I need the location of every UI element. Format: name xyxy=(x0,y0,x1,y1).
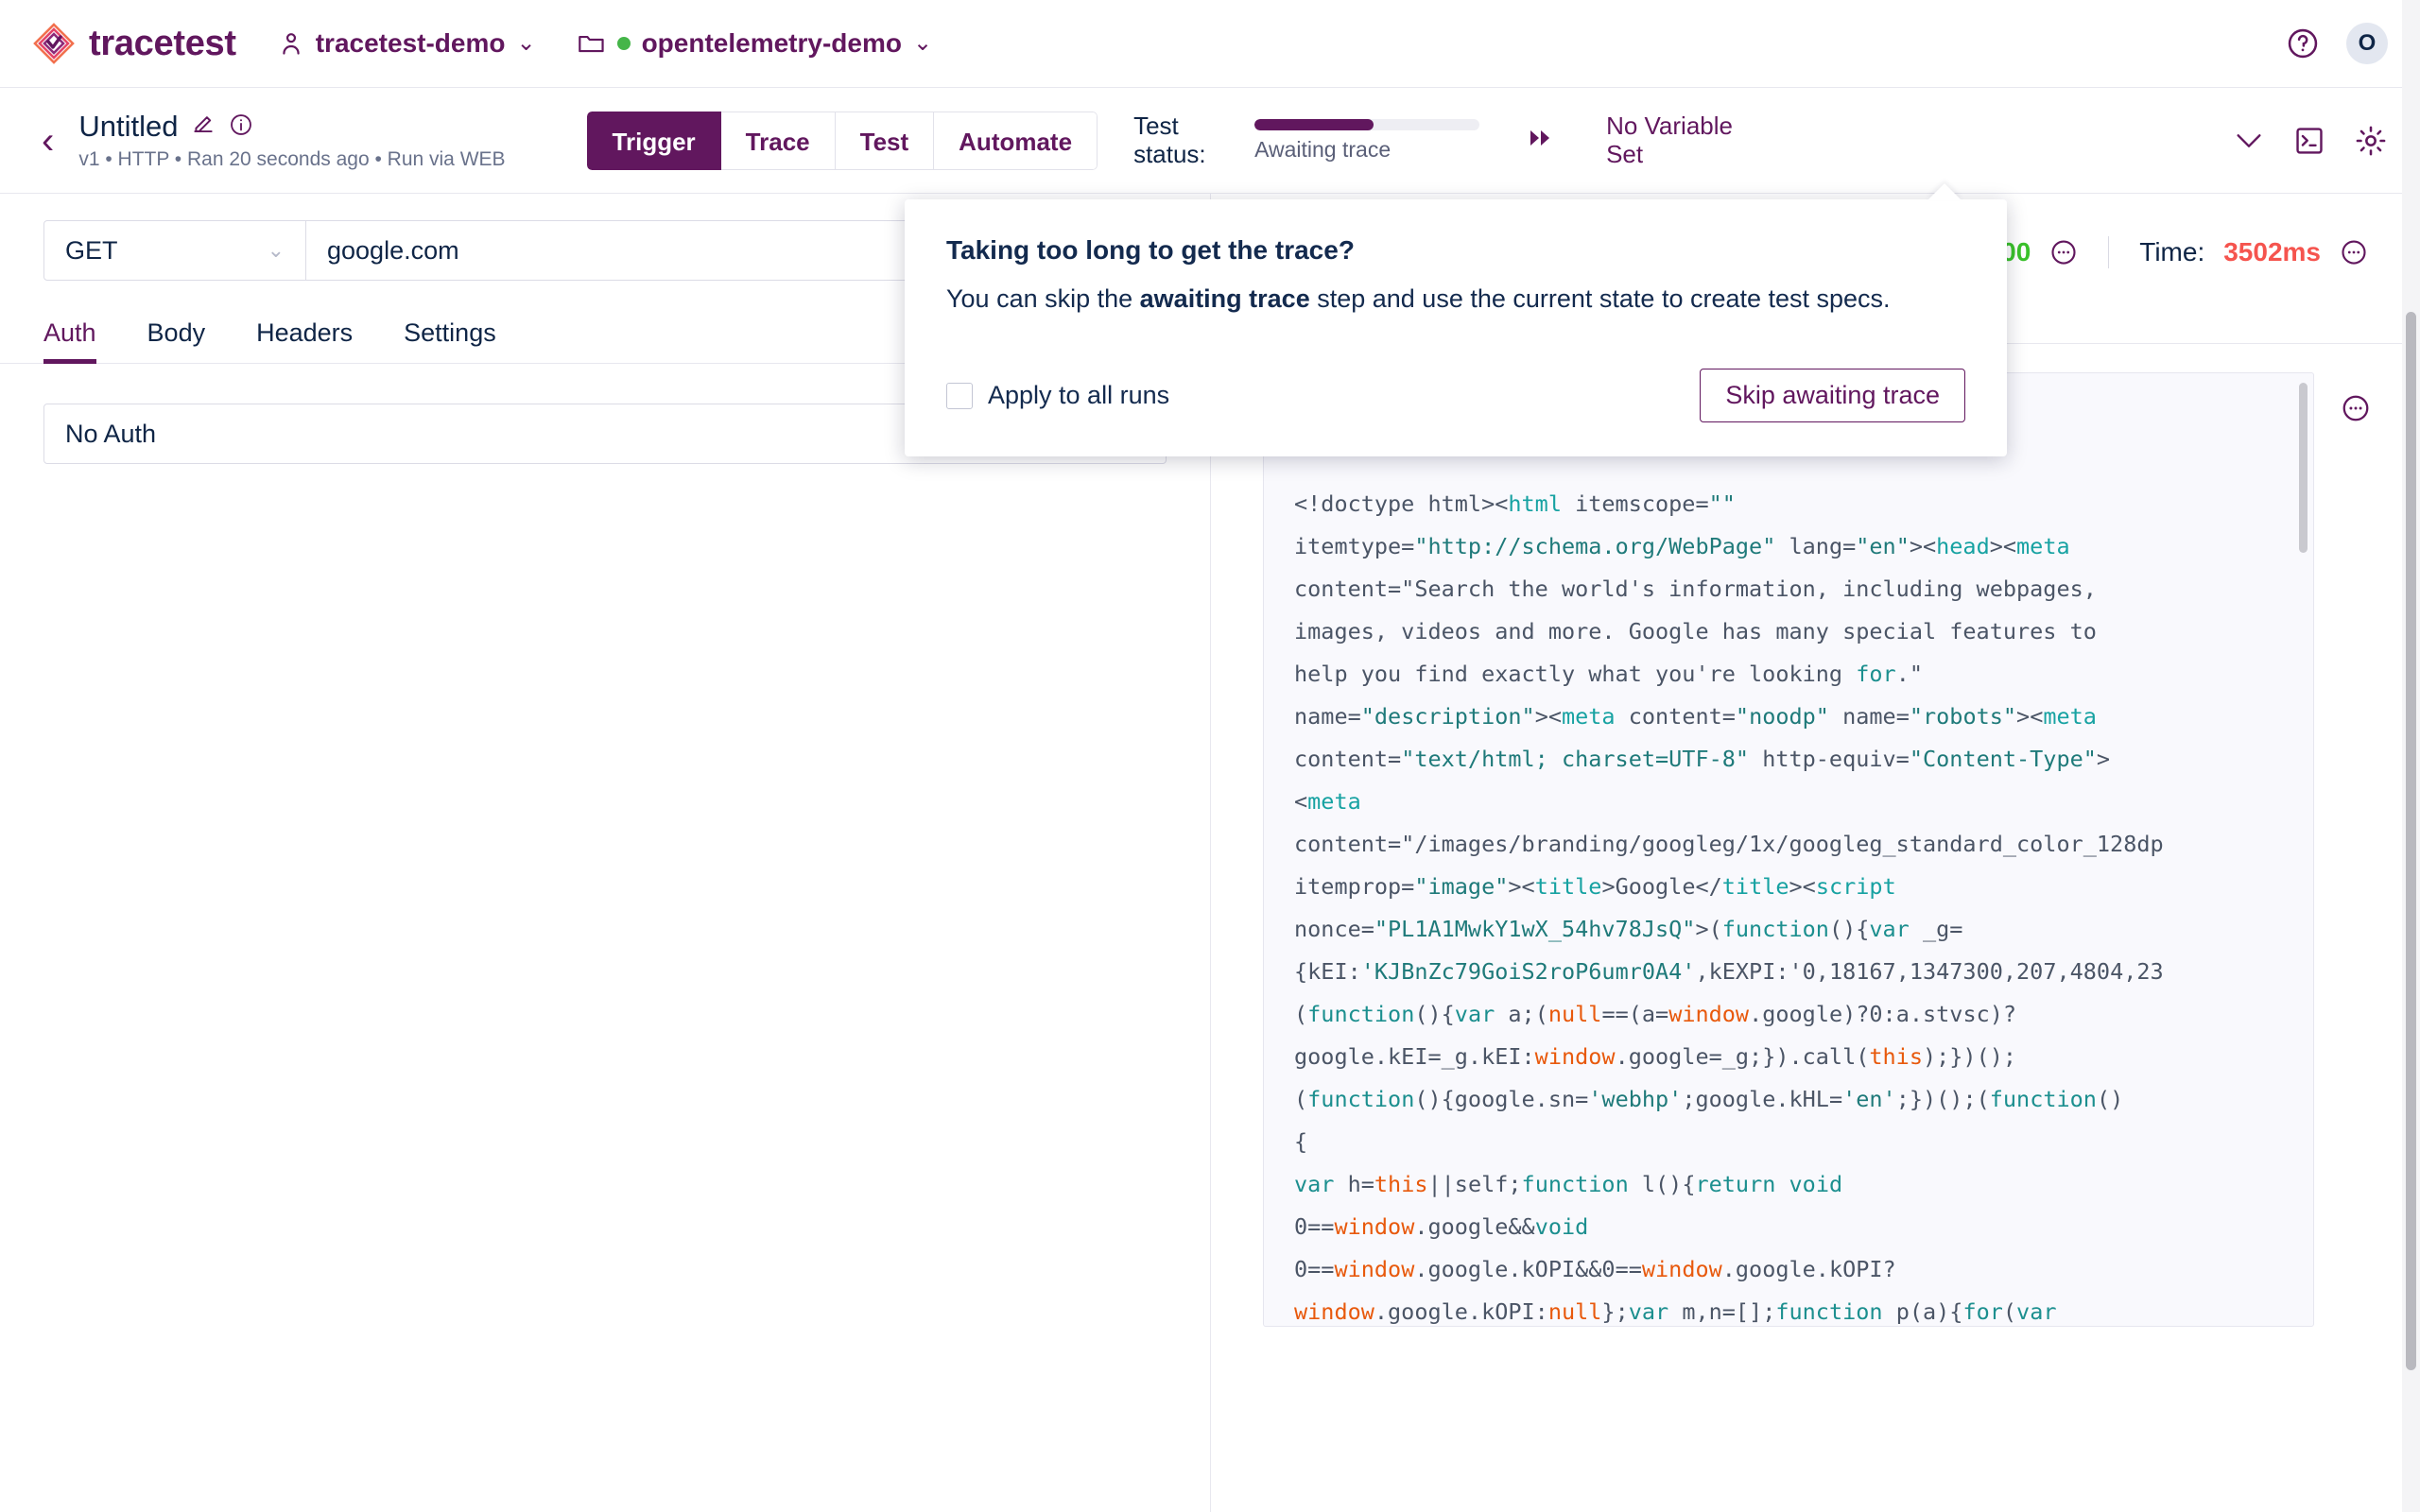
progress-text: Awaiting trace xyxy=(1254,136,1392,162)
tab-test[interactable]: Test xyxy=(835,111,935,170)
page-scrollbar-thumb[interactable] xyxy=(2406,312,2416,1370)
info-icon[interactable] xyxy=(229,112,253,142)
tab-auth[interactable]: Auth xyxy=(43,318,96,364)
brand-logo-link[interactable]: tracetest xyxy=(32,22,236,65)
tab-headers[interactable]: Headers xyxy=(256,318,353,363)
tab-settings[interactable]: Settings xyxy=(404,318,496,363)
edit-icon[interactable] xyxy=(191,112,216,142)
http-method-value: GET xyxy=(65,235,118,265)
response-body-options-icon[interactable] xyxy=(2341,393,2371,423)
organization-name: tracetest-demo xyxy=(315,28,506,58)
environment-selector[interactable]: opentelemetry-demo ⌄ xyxy=(578,28,933,59)
top-navigation-bar: tracetest tracetest-demo ⌄ opentelemetry… xyxy=(0,0,2420,88)
help-icon[interactable] xyxy=(2286,26,2320,60)
apply-to-all-runs-label: Apply to all runs xyxy=(988,381,1170,410)
test-status-progress: Awaiting trace xyxy=(1254,118,1480,163)
auth-type-value: No Auth xyxy=(65,419,157,448)
popover-body-suffix: step and use the current state to create… xyxy=(1309,284,1891,313)
time-options-icon[interactable] xyxy=(2340,238,2368,266)
url-value: google.com xyxy=(327,235,459,265)
organization-selector[interactable]: tracetest-demo ⌄ xyxy=(278,28,536,59)
title-block: Untitled v1 • HTTP • Ran 20 seconds ago … xyxy=(78,110,505,171)
status-dot xyxy=(616,37,631,50)
popover-body-emphasis: awaiting trace xyxy=(1139,284,1310,313)
organization-icon xyxy=(278,30,304,57)
fast-forward-icon[interactable] xyxy=(1529,126,1555,155)
chevron-down-icon-3[interactable] xyxy=(2233,129,2265,152)
page-title: Untitled xyxy=(78,110,179,143)
response-body-text: <!doctype html><html itemscope="" itemtyp… xyxy=(1294,490,2164,1325)
code-scrollbar[interactable] xyxy=(2299,383,2308,553)
tab-trace[interactable]: Trace xyxy=(720,111,836,170)
subheader-actions xyxy=(2233,124,2388,158)
brand-name: tracetest xyxy=(89,23,236,63)
test-status-section: Test status: Awaiting trace xyxy=(1133,112,1555,169)
terminal-icon[interactable] xyxy=(2293,125,2325,157)
chevron-down-icon-2: ⌄ xyxy=(912,30,933,56)
apply-to-all-runs-checkbox[interactable]: Apply to all runs xyxy=(946,381,1169,410)
response-body-code[interactable]: <!doctype html><html itemscope="" itemtyp… xyxy=(1263,372,2314,1327)
checkbox-box-icon xyxy=(946,382,973,409)
awaiting-trace-popover: Taking too long to get the trace? You ca… xyxy=(905,199,2007,457)
popover-footer: Apply to all runs Skip awaiting trace xyxy=(946,369,1965,423)
tab-automate[interactable]: Automate xyxy=(934,111,1098,170)
avatar[interactable]: O xyxy=(2346,23,2388,64)
folder-icon xyxy=(578,30,606,57)
test-status-label: Test status: xyxy=(1133,111,1206,168)
response-body-row: <!doctype html><html itemscope="" itemtyp… xyxy=(1211,344,2420,1327)
skip-awaiting-trace-button[interactable]: Skip awaiting trace xyxy=(1700,369,1965,423)
popover-title: Taking too long to get the trace? xyxy=(946,235,1355,265)
environment-name: opentelemetry-demo xyxy=(641,28,902,58)
time-value: 3502ms xyxy=(2223,237,2321,266)
topnav-actions: O xyxy=(2286,23,2388,64)
time-label: Time: xyxy=(2139,237,2205,266)
http-method-select[interactable]: GET ⌄ xyxy=(43,220,306,281)
main-tab-group: Trigger Trace Test Automate xyxy=(586,111,1098,170)
tracetest-logo-icon xyxy=(32,22,76,65)
title-row: Untitled xyxy=(78,110,505,144)
test-metadata: v1 • HTTP • Ran 20 seconds ago • Run via… xyxy=(78,148,506,170)
back-button[interactable]: ‹ xyxy=(42,122,54,160)
variable-set-selector[interactable]: No Variable Set xyxy=(1606,112,1759,169)
progress-bar xyxy=(1254,118,1480,130)
status-divider xyxy=(2108,236,2110,268)
response-body-actions xyxy=(2314,372,2371,1327)
status-code-options-icon[interactable] xyxy=(2049,238,2078,266)
gear-icon[interactable] xyxy=(2354,124,2388,158)
popover-body: You can skip the awaiting trace step and… xyxy=(946,282,1965,316)
tab-trigger[interactable]: Trigger xyxy=(586,111,721,170)
chevron-down-icon: ⌄ xyxy=(516,30,536,56)
test-subheader: ‹ Untitled v1 • HTTP • Ran 20 seconds ag… xyxy=(0,88,2420,194)
tab-body[interactable]: Body xyxy=(147,318,206,363)
chevron-down-icon-method: ⌄ xyxy=(267,238,285,262)
url-input[interactable]: google.com xyxy=(306,220,936,281)
popover-body-prefix: You can skip the xyxy=(946,284,1140,313)
